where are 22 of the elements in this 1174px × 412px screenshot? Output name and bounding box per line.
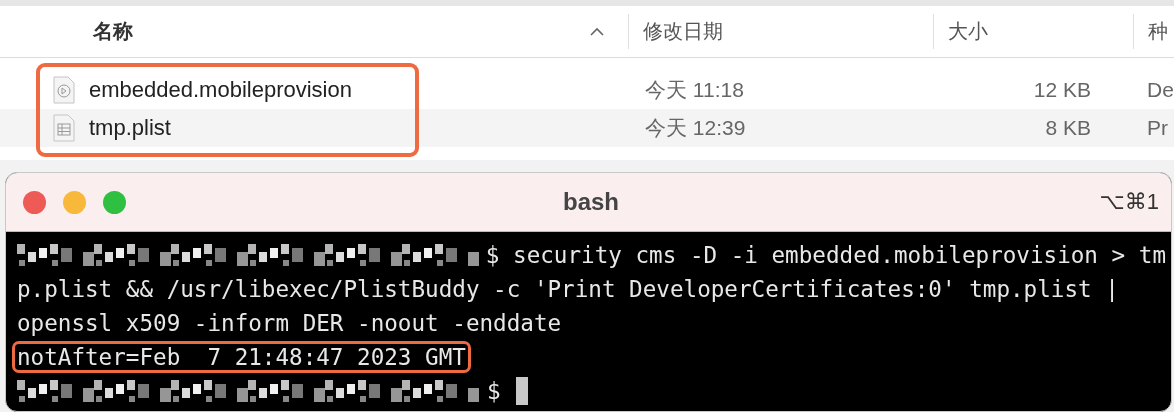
modified-date: 今天 11:18 xyxy=(644,77,745,103)
file-kind: De xyxy=(1146,78,1174,102)
file-size: 8 KB xyxy=(1044,116,1092,140)
file-name[interactable]: tmp.plist xyxy=(89,115,171,141)
shortcut-label: ⌥⌘1 xyxy=(1099,189,1159,215)
command-line: $ security cms -D -i embedded.mobileprovision > tm xyxy=(484,241,1167,270)
zoom-button[interactable] xyxy=(103,190,126,214)
column-header[interactable]: 名称 xyxy=(93,18,133,45)
column-header[interactable]: 种 xyxy=(1148,18,1168,45)
command-line: $ xyxy=(486,377,502,406)
column-header[interactable]: 修改日期 xyxy=(643,18,723,45)
column-header[interactable]: 大小 xyxy=(948,18,988,45)
minimize-button[interactable] xyxy=(63,190,86,214)
modified-date: 今天 12:39 xyxy=(644,115,747,141)
window-title: bash xyxy=(563,188,619,216)
file-size: 12 KB xyxy=(1032,78,1092,102)
close-button[interactable] xyxy=(23,190,46,214)
output-line: openssl x509 -inform DER -noout -enddate xyxy=(16,309,563,338)
list-document-icon xyxy=(53,114,75,142)
output-line: p.plist && /usr/libexec/PlistBuddy -c 'Print DeveloperCertificates:0' tmp.plist | xyxy=(16,275,1120,304)
file-name[interactable]: embedded.mobileprovision xyxy=(89,77,352,103)
file-kind: Pr xyxy=(1146,116,1169,140)
